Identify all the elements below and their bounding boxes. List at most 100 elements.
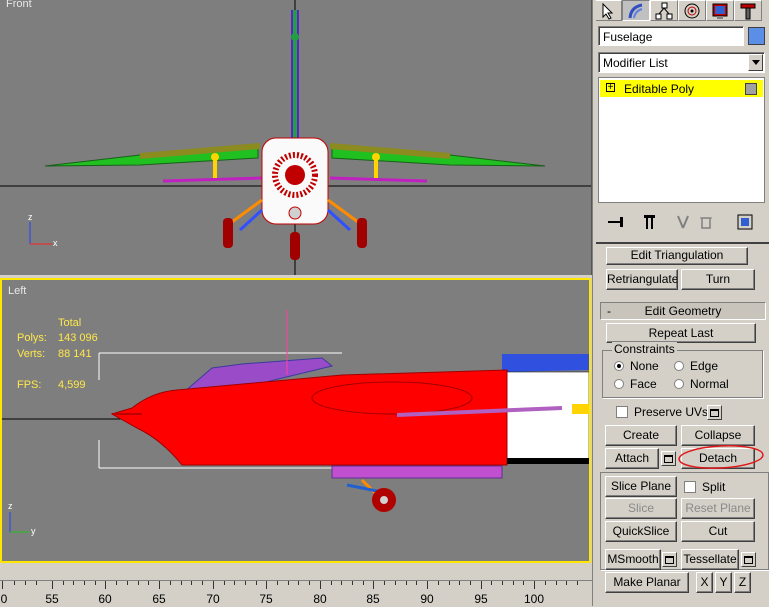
show-end-result-icon[interactable] [644, 215, 655, 229]
axis-tripod: z y [8, 501, 36, 536]
modifier-list-dropdown[interactable]: Modifier List [598, 52, 765, 73]
aircraft-front-view [44, 10, 546, 260]
ruler-label: 0 [0, 592, 8, 606]
constraints-title: Constraints [612, 342, 677, 356]
constraint-edge-label: Edge [690, 359, 719, 373]
settings-box-icon [665, 555, 674, 564]
make-planar-button[interactable]: Make Planar [605, 572, 689, 593]
create-icon [602, 2, 614, 20]
hierarchy-icon [655, 2, 673, 19]
settings-box-icon [710, 408, 719, 417]
fps-label: FPS: [17, 379, 42, 391]
remove-modifier-icon[interactable] [700, 217, 712, 229]
constraint-face-radio[interactable]: Face [614, 377, 657, 391]
annotation-circle [678, 445, 764, 469]
edit-triangulation-button[interactable]: Edit Triangulation [606, 247, 748, 265]
svg-text:x: x [53, 238, 58, 248]
msmooth-settings-button[interactable] [662, 552, 677, 567]
slice-plane-button[interactable]: Slice Plane [605, 476, 677, 497]
align-z-button[interactable]: Z [734, 572, 751, 593]
panel-splitter[interactable] [592, 0, 596, 606]
repeat-last-button[interactable]: Repeat Last [606, 323, 756, 343]
constraint-normal-label: Normal [690, 377, 729, 391]
axis-tripod: z x [28, 212, 58, 248]
constraint-none-radio[interactable]: None [614, 359, 659, 373]
stack-item-editable-poly[interactable]: + Editable Poly [600, 80, 763, 97]
viewport-label[interactable]: Front [6, 0, 32, 10]
polys-value: 143 096 [58, 332, 98, 344]
settings-box-icon [664, 454, 673, 463]
front-viewport-canvas: z x [0, 0, 591, 275]
ruler-label: 95 [474, 592, 488, 606]
configure-modifier-sets-icon[interactable] [737, 214, 753, 230]
light-bulb-icon[interactable] [745, 83, 757, 95]
constraint-edge-radio[interactable]: Edge [674, 359, 718, 373]
motion-tab[interactable] [678, 0, 706, 21]
preserve-uvs-settings-button[interactable] [707, 405, 722, 420]
stats-header: Total [58, 317, 82, 329]
command-panel-tabs [592, 0, 769, 22]
left-viewport[interactable]: z y Left Total Polys: 143 096 Verts: 88 … [0, 278, 591, 563]
ruler-label: 80 [313, 592, 327, 606]
object-name-field[interactable]: Fuselage [598, 26, 744, 46]
modify-tab[interactable] [622, 0, 650, 21]
slice-button[interactable]: Slice [605, 498, 677, 519]
tessellate-settings-button[interactable] [741, 552, 756, 567]
stack-toolbar [598, 210, 765, 234]
attach-settings-button[interactable] [661, 451, 676, 466]
quickslice-button[interactable]: QuickSlice [605, 521, 677, 542]
modifier-stack[interactable]: + Editable Poly [598, 77, 765, 203]
reset-plane-button[interactable]: Reset Plane [681, 498, 755, 519]
split-checkbox[interactable]: Split [684, 480, 725, 494]
create-button[interactable]: Create [605, 425, 677, 446]
preserve-uvs-checkbox[interactable]: Preserve UVs [616, 405, 708, 419]
create-tab[interactable] [594, 0, 622, 21]
ruler-label: 65 [152, 592, 166, 606]
cut-button[interactable]: Cut [681, 521, 755, 542]
constraint-normal-radio[interactable]: Normal [674, 377, 729, 391]
ruler-label: 70 [206, 592, 220, 606]
svg-text:z: z [28, 212, 33, 222]
constraint-none-label: None [630, 359, 659, 373]
utilities-icon [740, 3, 756, 19]
pin-stack-icon[interactable] [608, 217, 623, 227]
fps-value: 4,599 [58, 379, 86, 391]
constraint-face-label: Face [630, 377, 657, 391]
align-x-button[interactable]: X [696, 572, 713, 593]
aircraft-side-view [98, 310, 589, 512]
front-viewport[interactable]: z x Front [0, 0, 592, 275]
svg-text:z: z [8, 501, 13, 511]
rollout-title: Edit Geometry [644, 304, 722, 318]
command-panel: Fuselage Modifier List + Editable Poly E… [592, 0, 769, 606]
expand-icon[interactable]: + [606, 83, 615, 93]
display-tab[interactable] [706, 0, 734, 21]
svg-text:y: y [31, 526, 36, 536]
motion-icon [684, 3, 700, 18]
utilities-tab[interactable] [734, 0, 762, 21]
display-icon [712, 3, 728, 19]
split-label: Split [702, 480, 726, 494]
polys-label: Polys: [17, 332, 47, 344]
settings-box-icon [744, 555, 753, 564]
ruler-label: 55 [45, 592, 59, 606]
turn-button[interactable]: Turn [681, 269, 755, 290]
preserve-uvs-label: Preserve UVs [634, 405, 709, 419]
stack-item-label: Editable Poly [624, 82, 695, 96]
object-color-swatch[interactable] [748, 27, 765, 45]
chevron-down-icon[interactable] [748, 54, 763, 71]
modifier-list-label: Modifier List [603, 56, 668, 70]
make-unique-icon[interactable] [677, 215, 689, 229]
time-ruler[interactable]: 0 55 60 65 70 75 80 85 90 95 100 [0, 580, 592, 607]
retriangulate-button[interactable]: Retriangulate [606, 269, 678, 290]
ruler-label: 85 [366, 592, 380, 606]
ruler-label: 90 [420, 592, 434, 606]
edit-geometry-rollout-header[interactable]: - Edit Geometry [600, 302, 766, 320]
viewport-label[interactable]: Left [8, 285, 26, 297]
ruler-label: 100 [523, 592, 545, 606]
tessellate-button[interactable]: Tessellate [681, 549, 739, 570]
hierarchy-tab[interactable] [650, 0, 678, 21]
align-y-button[interactable]: Y [715, 572, 732, 593]
attach-button[interactable]: Attach [605, 448, 659, 469]
ruler-label: 75 [259, 592, 273, 606]
msmooth-button[interactable]: MSmooth [605, 549, 661, 570]
